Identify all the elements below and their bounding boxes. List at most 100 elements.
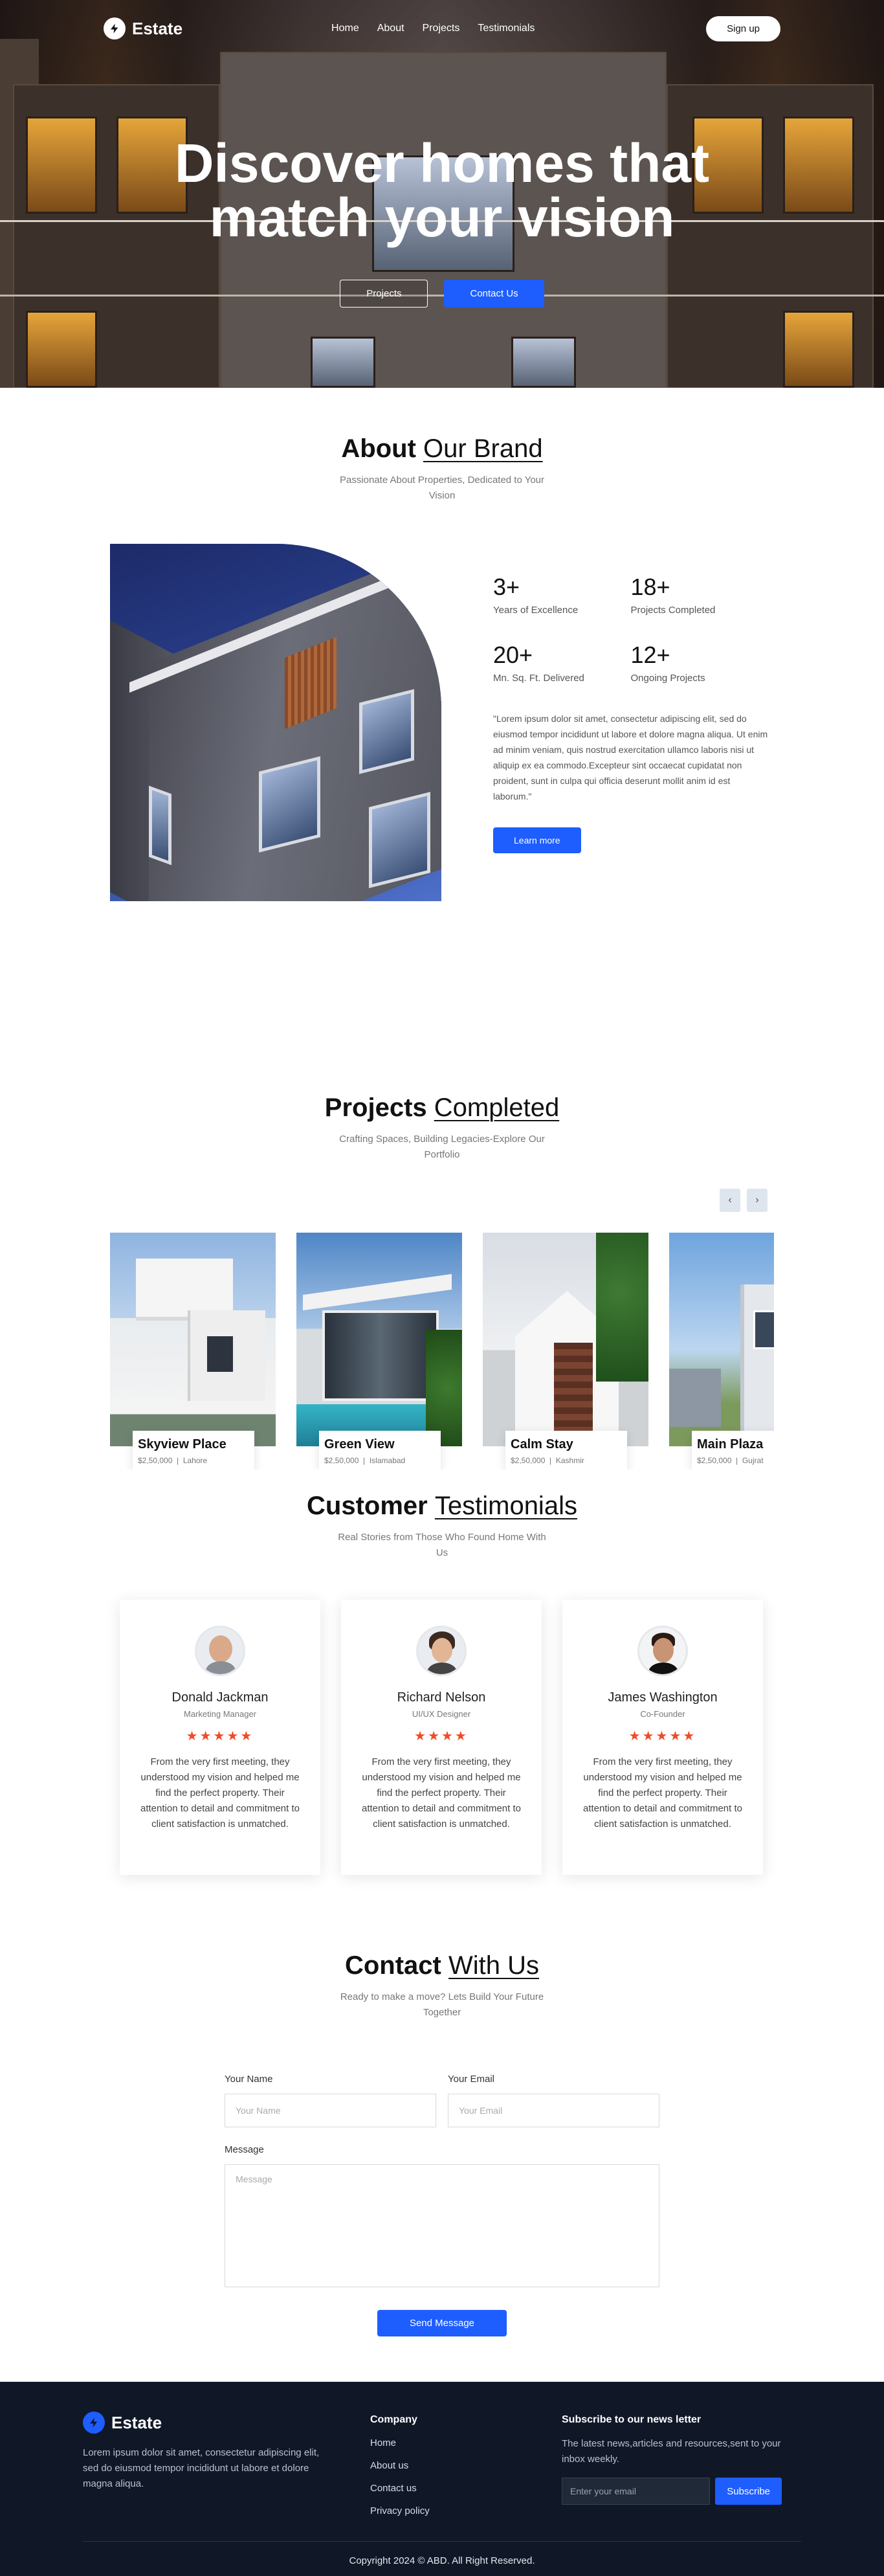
testimonials-list: Donald Jackman Marketing Manager ★★★★★ F…: [120, 1600, 884, 1875]
project-info: Skyview Place $2,50,000 | Lahore: [133, 1431, 254, 1470]
newsletter-form: Subscribe: [562, 2478, 782, 2505]
image-window: [359, 689, 414, 774]
stat-item: 12+ Ongoing Projects: [631, 642, 769, 684]
testimonials-subtitle: Real Stories from Those Who Found Home W…: [338, 1532, 546, 1558]
house-roof: [303, 1273, 452, 1311]
footer-logo[interactable]: Estate: [83, 2412, 326, 2434]
testimonials-header: Customer Testimonials Real Stories from …: [0, 1492, 884, 1561]
form-row: Your Name Your Email: [225, 2074, 659, 2127]
footer-link-contact[interactable]: Contact us: [370, 2483, 430, 2494]
nav-link-home[interactable]: Home: [331, 23, 359, 34]
about-quote: "Lorem ipsum dolor sit amet, consectetur…: [493, 713, 768, 801]
project-location: Lahore: [182, 1456, 208, 1465]
newsletter-email-input[interactable]: [562, 2478, 711, 2505]
hero-title-line1: Discover homes that: [174, 133, 710, 194]
testimonials-title: Customer Testimonials: [0, 1492, 884, 1521]
name-label: Your Name: [225, 2074, 273, 2085]
stat-number: 3+: [493, 574, 520, 600]
hero-title-line2: match your vision: [209, 187, 675, 248]
contact-subtitle: Ready to make a move? Lets Build Your Fu…: [340, 1991, 544, 2018]
star-rating: ★★★★: [414, 1729, 469, 1743]
about-stats: 3+ Years of Excellence 18+ Projects Comple…: [493, 574, 768, 684]
nav-links: Home About Projects Testimonials: [331, 23, 535, 34]
project-price: $2,50,000: [697, 1456, 732, 1465]
avatar-face: [432, 1638, 452, 1663]
name-input[interactable]: [225, 2094, 436, 2127]
project-card[interactable]: Green View $2,50,000 | Islamabad: [296, 1233, 462, 1470]
project-location: Kashmir: [555, 1456, 584, 1465]
project-card[interactable]: Calm Stay $2,50,000 | Kashmir: [483, 1233, 648, 1470]
testimonial-name: James Washington: [608, 1690, 718, 1705]
project-image: [483, 1233, 648, 1446]
nav-link-testimonials[interactable]: Testimonials: [478, 23, 535, 34]
testimonial-name: Richard Nelson: [397, 1690, 486, 1705]
about-content: 3+ Years of Excellence 18+ Projects Comple…: [493, 544, 768, 901]
hero-contact-button[interactable]: Contact Us: [444, 280, 544, 308]
avatar: [195, 1626, 245, 1676]
nav-link-about[interactable]: About: [377, 23, 404, 34]
contact-header: Contact With Us Ready to make a move? Le…: [0, 1951, 884, 2021]
carousel-controls: ‹ ›: [0, 1189, 768, 1212]
stat-number: 12+: [630, 642, 670, 668]
contact-form: Your Name Your Email Message Send Messag…: [225, 2074, 659, 2336]
footer-brand-name: Estate: [111, 2412, 162, 2432]
project-name: Calm Stay: [511, 1437, 573, 1451]
footer-company-column: Company Home About us Contact us Privacy…: [370, 2414, 430, 2516]
house-window: [207, 1336, 233, 1372]
about-title-light: Our Brand: [423, 434, 543, 463]
projects-subtitle: Crafting Spaces, Building Legacies-Explo…: [339, 1134, 545, 1160]
house-block: [136, 1259, 233, 1317]
project-meta: $2,50,000 | Islamabad: [324, 1456, 406, 1465]
projects-title: Projects Completed: [0, 1093, 884, 1123]
send-message-button[interactable]: Send Message: [377, 2310, 507, 2336]
project-location: Gujrat: [742, 1456, 764, 1465]
avatar-shirt: [427, 1663, 457, 1674]
project-name: Green View: [324, 1437, 395, 1451]
stat-item: 18+ Projects Completed: [631, 574, 769, 616]
footer: Estate Lorem ipsum dolor sit amet, conse…: [0, 2382, 884, 2576]
chevron-right-icon[interactable]: ›: [747, 1189, 768, 1212]
footer-about-text: Lorem ipsum dolor sit amet, consectetur …: [83, 2447, 320, 2489]
star-rating: ★★★★★: [628, 1729, 697, 1743]
project-meta: $2,50,000 | Lahore: [138, 1456, 208, 1465]
newsletter-text: The latest news,articles and resources,s…: [562, 2438, 781, 2465]
project-card[interactable]: Skyview Place $2,50,000 | Lahore: [110, 1233, 276, 1470]
avatar-shirt: [648, 1663, 678, 1674]
nav-link-projects[interactable]: Projects: [423, 23, 460, 34]
house-glass: [322, 1310, 439, 1401]
message-textarea[interactable]: [225, 2164, 659, 2287]
footer-link-about[interactable]: About us: [370, 2460, 430, 2471]
learn-more-button[interactable]: Learn more: [493, 827, 581, 853]
project-image: [669, 1233, 774, 1446]
footer-divider: [83, 2541, 801, 2542]
message-label: Message: [225, 2144, 264, 2155]
subscribe-button[interactable]: Subscribe: [715, 2478, 782, 2505]
house-plants: [426, 1330, 462, 1446]
project-info: Main Plaza $2,50,000 | Gujrat: [692, 1431, 774, 1470]
top-navbar: Estate Home About Projects Testimonials …: [0, 0, 884, 57]
stat-label: Years of Excellence: [493, 605, 579, 616]
brand-logo[interactable]: Estate: [104, 17, 182, 39]
footer-brand-column: Estate Lorem ipsum dolor sit amet, conse…: [83, 2412, 326, 2492]
signup-button[interactable]: Sign up: [706, 16, 780, 41]
testimonial-text: From the very first meeting, they unders…: [362, 1756, 521, 1830]
house-tree: [596, 1233, 648, 1382]
chevron-left-icon[interactable]: ‹: [720, 1189, 740, 1212]
message-group: Message: [225, 2144, 659, 2290]
stat-label: Mn. Sq. Ft. Delivered: [493, 673, 584, 684]
testimonial-card: Donald Jackman Marketing Manager ★★★★★ F…: [120, 1600, 320, 1875]
image-window: [149, 785, 171, 866]
newsletter-title: Subscribe to our news letter: [562, 2414, 702, 2425]
about-title: About Our Brand: [0, 434, 884, 464]
project-price: $2,50,000: [511, 1456, 546, 1465]
testimonials-title-bold: Customer: [307, 1492, 428, 1520]
testimonial-role: Co-Founder: [640, 1709, 685, 1719]
hero-projects-button[interactable]: Projects: [340, 280, 428, 308]
email-input[interactable]: [448, 2094, 659, 2127]
project-card[interactable]: Main Plaza $2,50,000 | Gujrat: [669, 1233, 774, 1470]
projects-carousel: Skyview Place $2,50,000 | Lahore Green V…: [110, 1233, 774, 1470]
footer-link-privacy[interactable]: Privacy policy: [370, 2505, 430, 2516]
footer-link-home[interactable]: Home: [370, 2437, 430, 2448]
testimonial-text: From the very first meeting, they unders…: [140, 1756, 300, 1830]
lightning-icon: [104, 17, 126, 39]
